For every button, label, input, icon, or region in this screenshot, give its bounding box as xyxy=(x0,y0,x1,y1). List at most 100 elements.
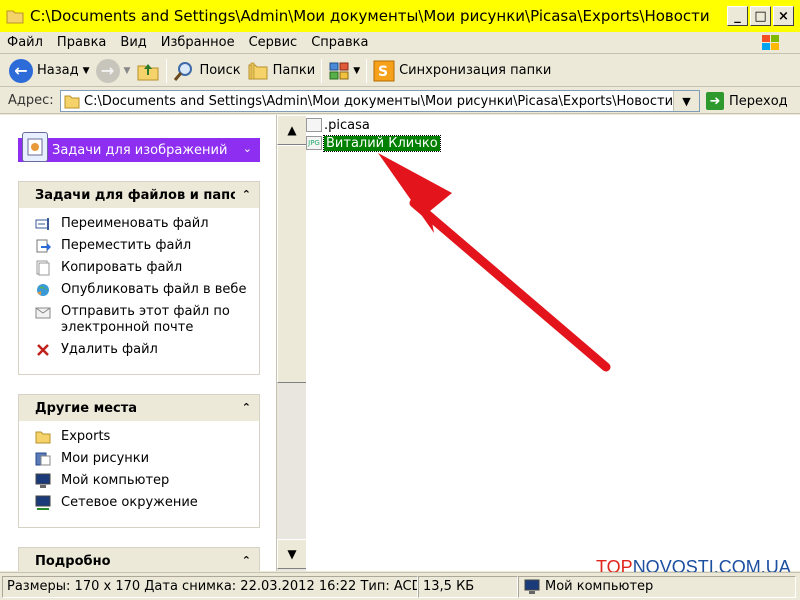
other-places-title: Другие места xyxy=(35,400,138,416)
maximize-button[interactable]: □ xyxy=(750,6,771,26)
chevron-up-icon[interactable]: ⌃ xyxy=(242,188,251,201)
go-arrow-icon: ➜ xyxy=(706,92,724,110)
views-button[interactable]: ▼ xyxy=(325,57,363,85)
task-label: Удалить файл xyxy=(61,342,158,357)
scroll-thumb[interactable] xyxy=(277,145,307,383)
address-input[interactable]: C:\Documents and Settings\Admin\Мои доку… xyxy=(60,90,700,112)
ini-file-icon xyxy=(306,118,322,132)
task-rename-file[interactable]: Переименовать файл xyxy=(35,216,259,232)
move-icon xyxy=(35,238,51,254)
toolbar: ← Назад ▼ → ▼ Поиск Папки ▼ S Синхрониза… xyxy=(0,55,800,87)
scroll-up-button[interactable]: ▲ xyxy=(277,115,307,145)
status-size: 13,5 КБ xyxy=(418,575,518,598)
place-label: Exports xyxy=(61,429,111,444)
go-label: Переход xyxy=(729,93,788,109)
place-exports[interactable]: Exports xyxy=(35,429,259,445)
search-button[interactable]: Поиск xyxy=(170,57,243,85)
close-button[interactable]: × xyxy=(773,6,794,26)
place-label: Мои рисунки xyxy=(61,451,150,466)
forward-arrow-icon: → xyxy=(95,58,120,83)
computer-icon xyxy=(35,473,51,489)
menu-bar: Файл Правка Вид Избранное Сервис Справка xyxy=(0,32,800,54)
menu-tools[interactable]: Сервис xyxy=(242,35,305,50)
task-move-file[interactable]: Переместить файл xyxy=(35,238,259,254)
other-places-section: Другие места ⌃ Exports Мои рисунки Мой к… xyxy=(18,394,260,528)
folders-icon xyxy=(248,62,268,79)
folders-label: Папки xyxy=(272,63,316,78)
task-email-file[interactable]: Отправить этот файл по электронной почте xyxy=(35,304,259,336)
menu-help[interactable]: Справка xyxy=(304,35,375,50)
minimize-button[interactable]: _ xyxy=(727,6,748,26)
up-folder-icon xyxy=(137,63,159,80)
image-tasks-header[interactable]: Задачи для изображений ⌄ xyxy=(18,132,260,162)
other-places-header[interactable]: Другие места ⌃ xyxy=(19,395,259,421)
windows-logo-icon xyxy=(756,32,786,54)
email-icon xyxy=(35,304,51,320)
task-label: Копировать файл xyxy=(61,260,183,275)
place-network[interactable]: Сетевое окружение xyxy=(35,495,259,511)
window-title: C:\Documents and Settings\Admin\Мои доку… xyxy=(30,7,710,25)
menu-favorites[interactable]: Избранное xyxy=(154,35,242,50)
file-name: .picasa xyxy=(324,117,370,133)
file-tasks-title: Задачи для файлов и папок xyxy=(35,187,235,203)
address-dropdown-icon[interactable]: ▼ xyxy=(673,91,699,111)
search-icon xyxy=(174,61,193,81)
sync-folder-button[interactable]: S Синхронизация папки xyxy=(370,57,554,85)
file-tasks-header[interactable]: Задачи для файлов и папок ⌃ xyxy=(19,182,259,208)
details-section: Подробно ⌃ xyxy=(18,547,260,571)
place-label: Мой компьютер xyxy=(61,473,170,488)
task-label: Переименовать файл xyxy=(61,216,209,231)
file-list[interactable]: .picasa JPG Виталий Кличко xyxy=(306,115,800,571)
scroll-down-button[interactable]: ▼ xyxy=(277,539,307,569)
folder-icon xyxy=(35,429,51,445)
details-header[interactable]: Подробно ⌃ xyxy=(19,548,259,571)
address-bar: Адрес: C:\Documents and Settings\Admin\М… xyxy=(0,88,800,114)
menu-file[interactable]: Файл xyxy=(0,35,50,50)
address-label: Адрес: xyxy=(8,93,54,108)
publish-web-icon xyxy=(35,282,51,298)
task-delete-file[interactable]: Удалить файл xyxy=(35,342,259,358)
file-item-selected[interactable]: JPG Виталий Кличко xyxy=(306,134,441,152)
menu-edit[interactable]: Правка xyxy=(50,35,113,50)
task-label: Опубликовать файл в вебе xyxy=(61,282,247,297)
place-label: Сетевое окружение xyxy=(61,495,198,510)
back-button[interactable]: ← Назад ▼ xyxy=(6,57,93,85)
svg-text:S: S xyxy=(378,64,388,80)
go-button[interactable]: ➜ Переход xyxy=(706,90,788,112)
jpeg-file-icon: JPG xyxy=(306,136,322,150)
place-my-pictures[interactable]: Мои рисунки xyxy=(35,451,259,467)
details-title: Подробно xyxy=(35,553,111,569)
forward-button[interactable]: → ▼ xyxy=(93,57,134,85)
chevron-up-icon[interactable]: ⌃ xyxy=(242,401,251,414)
task-pane-scrollbar[interactable]: ▲ ▼ xyxy=(276,115,307,571)
status-location-text: Мой компьютер xyxy=(545,579,654,594)
back-dropdown-icon[interactable]: ▼ xyxy=(83,66,90,76)
toolbar-separator xyxy=(321,58,323,83)
picture-tasks-icon xyxy=(22,132,48,162)
network-icon xyxy=(35,495,51,511)
file-item[interactable]: .picasa xyxy=(306,117,370,133)
chevron-up-icon[interactable]: ⌃ xyxy=(242,554,251,567)
sync-label: Синхронизация папки xyxy=(399,63,552,78)
toolbar-separator xyxy=(366,58,368,83)
title-bar[interactable]: C:\Documents and Settings\Admin\Мои доку… xyxy=(0,0,800,32)
chevron-down-icon[interactable]: ⌄ xyxy=(243,142,252,155)
file-name: Виталий Кличко xyxy=(323,134,441,152)
status-info: Размеры: 170 x 170 Дата снимка: 22.03.20… xyxy=(2,575,418,598)
search-label: Поиск xyxy=(199,63,241,78)
place-my-computer[interactable]: Мой компьютер xyxy=(35,473,259,489)
task-publish-web[interactable]: Опубликовать файл в вебе xyxy=(35,282,259,298)
computer-icon xyxy=(524,579,540,594)
folders-button[interactable]: Папки xyxy=(244,57,319,85)
file-tasks-section: Задачи для файлов и папок ⌃ Переименоват… xyxy=(18,181,260,375)
task-label: Отправить этот файл по электронной почте xyxy=(61,304,230,335)
folder-icon xyxy=(64,95,80,109)
task-copy-file[interactable]: Копировать файл xyxy=(35,260,259,276)
window-controls: _ □ × xyxy=(727,6,794,26)
forward-dropdown-icon[interactable]: ▼ xyxy=(124,66,131,76)
up-folder-button[interactable] xyxy=(133,57,163,85)
status-location: Мой компьютер xyxy=(518,575,796,598)
address-value: C:\Documents and Settings\Admin\Мои доку… xyxy=(84,93,674,109)
status-info-text: Размеры: 170 x 170 Дата снимка: 22.03.20… xyxy=(7,579,418,594)
menu-view[interactable]: Вид xyxy=(113,35,153,50)
